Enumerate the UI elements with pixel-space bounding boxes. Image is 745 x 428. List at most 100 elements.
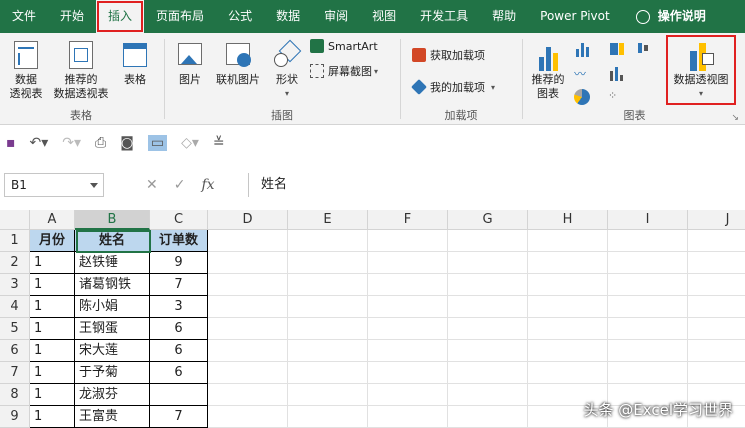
table-cell[interactable] — [368, 384, 448, 406]
row-header[interactable]: 5 — [0, 318, 30, 340]
row-header[interactable]: 6 — [0, 340, 30, 362]
table-cell[interactable] — [150, 384, 208, 406]
column-header-g[interactable]: G — [448, 210, 528, 230]
table-cell[interactable] — [208, 362, 288, 384]
table-cell[interactable] — [208, 230, 288, 252]
statistic-chart-icon[interactable] — [608, 65, 626, 81]
table-cell[interactable] — [288, 274, 368, 296]
table-cell[interactable] — [448, 406, 528, 428]
screenshot-button[interactable]: 屏幕截图 ▾ — [310, 63, 378, 79]
table-cell[interactable]: 1 — [30, 274, 75, 296]
table-cell[interactable]: 3 — [150, 296, 208, 318]
table-cell[interactable] — [528, 340, 608, 362]
table-cell[interactable] — [208, 340, 288, 362]
dialog-launcher-icon[interactable]: ↘ — [731, 113, 739, 123]
tab-developer[interactable]: 开发工具 — [408, 0, 480, 33]
column-header-e[interactable]: E — [288, 210, 368, 230]
table-cell[interactable] — [448, 274, 528, 296]
pictures-button[interactable]: 图片 — [172, 39, 208, 87]
table-cell[interactable] — [288, 384, 368, 406]
table-cell[interactable]: 诸葛钢铁 — [75, 274, 150, 296]
worksheet-grid[interactable]: ABCDEFGHIJ 1 月份 姓名 订单数 2 1 赵铁锤 9 3 1 诸葛钢铁 7 4 1 陈小娟 3 5 1… — [0, 210, 745, 428]
table-cell[interactable] — [208, 406, 288, 428]
table-cell[interactable] — [288, 318, 368, 340]
pie-chart-icon[interactable] — [574, 89, 590, 105]
table-cell[interactable] — [688, 296, 745, 318]
table-cell[interactable] — [368, 296, 448, 318]
table-cell[interactable] — [448, 318, 528, 340]
column-header-j[interactable]: J — [688, 210, 745, 230]
table-header-cell[interactable]: 订单数 — [150, 230, 208, 252]
table-cell[interactable] — [528, 318, 608, 340]
table-button[interactable]: 表格 — [116, 39, 154, 87]
tab-power-pivot[interactable]: Power Pivot — [528, 0, 622, 33]
table-cell[interactable] — [448, 384, 528, 406]
table-cell[interactable]: 1 — [30, 384, 75, 406]
table-cell[interactable] — [368, 230, 448, 252]
row-header[interactable]: 4 — [0, 296, 30, 318]
table-cell[interactable] — [448, 230, 528, 252]
tab-page-layout[interactable]: 页面布局 — [144, 0, 216, 33]
table-cell[interactable] — [688, 362, 745, 384]
tab-file[interactable]: 文件 — [0, 0, 48, 33]
recommended-charts-button[interactable]: 推荐的 图表 — [528, 39, 568, 101]
customize-qat-icon[interactable]: ≚ — [213, 135, 225, 151]
tab-help[interactable]: 帮助 — [480, 0, 528, 33]
tab-formulas[interactable]: 公式 — [216, 0, 264, 33]
column-header-d[interactable]: D — [208, 210, 288, 230]
column-header-i[interactable]: I — [608, 210, 688, 230]
enter-icon[interactable]: ✓ — [174, 177, 186, 193]
table-cell[interactable]: 宋大莲 — [75, 340, 150, 362]
column-chart-icon[interactable] — [574, 41, 592, 57]
waterfall-chart-icon[interactable] — [636, 41, 654, 57]
table-cell[interactable] — [448, 252, 528, 274]
table-cell[interactable]: 1 — [30, 406, 75, 428]
table-cell[interactable]: 1 — [30, 252, 75, 274]
table-cell[interactable] — [448, 296, 528, 318]
table-cell[interactable]: 赵铁锤 — [75, 252, 150, 274]
table-cell[interactable] — [688, 318, 745, 340]
table-cell[interactable]: 1 — [30, 340, 75, 362]
table-cell[interactable] — [528, 274, 608, 296]
name-box[interactable]: B1 — [4, 173, 104, 197]
undo-icon[interactable]: ↶▾ — [30, 135, 49, 151]
tell-me-search[interactable]: 操作说明 — [654, 0, 718, 33]
column-header-a[interactable]: A — [30, 210, 75, 230]
row-header[interactable]: 8 — [0, 384, 30, 406]
table-cell[interactable] — [208, 318, 288, 340]
tab-insert[interactable]: 插入 — [96, 0, 145, 33]
table-cell[interactable]: 7 — [150, 406, 208, 428]
table-cell[interactable] — [288, 252, 368, 274]
table-cell[interactable] — [448, 340, 528, 362]
format-painter-icon[interactable]: ▭ — [147, 135, 168, 151]
table-cell[interactable]: 6 — [150, 340, 208, 362]
formula-input[interactable]: 姓名 — [248, 173, 745, 197]
table-cell[interactable] — [288, 362, 368, 384]
row-header[interactable]: 3 — [0, 274, 30, 296]
tab-review[interactable]: 审阅 — [312, 0, 360, 33]
table-cell[interactable] — [688, 274, 745, 296]
save-icon[interactable]: ▪ — [6, 135, 16, 151]
table-cell[interactable]: 龙淑芬 — [75, 384, 150, 406]
column-header-c[interactable]: C — [150, 210, 208, 230]
table-cell[interactable] — [528, 296, 608, 318]
table-cell[interactable]: 1 — [30, 318, 75, 340]
shapes-button[interactable]: 形状 ▾ — [270, 39, 304, 101]
table-cell[interactable] — [368, 340, 448, 362]
row-header[interactable]: 1 — [0, 230, 30, 252]
table-cell[interactable] — [368, 274, 448, 296]
table-cell[interactable]: 王钢蛋 — [75, 318, 150, 340]
redo-icon[interactable]: ↷▾ — [62, 135, 81, 151]
table-cell[interactable] — [208, 252, 288, 274]
row-header[interactable]: 7 — [0, 362, 30, 384]
column-header-b[interactable]: B — [75, 210, 150, 230]
table-cell[interactable]: 于予菊 — [75, 362, 150, 384]
pivot-table-button[interactable]: 数据 透视表 — [6, 39, 46, 101]
table-cell[interactable] — [288, 340, 368, 362]
online-pictures-button[interactable]: 联机图片 — [212, 39, 264, 87]
table-cell[interactable] — [608, 252, 688, 274]
table-cell[interactable] — [608, 274, 688, 296]
table-cell[interactable] — [368, 362, 448, 384]
tab-home[interactable]: 开始 — [48, 0, 96, 33]
scatter-chart-icon[interactable]: ⁘ — [608, 89, 626, 105]
